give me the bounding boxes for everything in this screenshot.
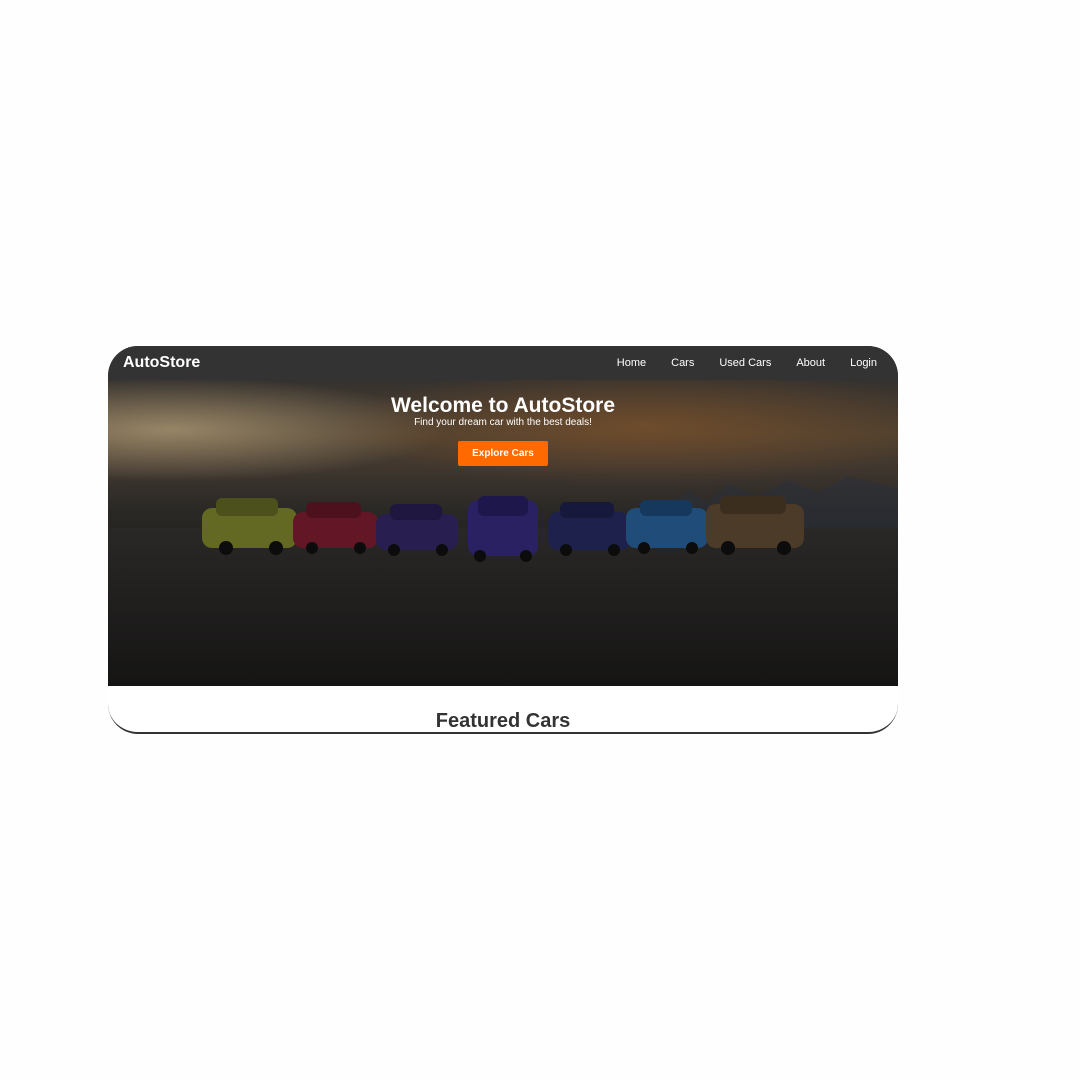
nav-link-home[interactable]: Home [617, 357, 646, 369]
nav-link-about[interactable]: About [796, 357, 825, 369]
nav-link-cars[interactable]: Cars [671, 357, 694, 369]
featured-cars-heading: Featured Cars [435, 710, 571, 732]
nav-links: Home Cars Used Cars About Login [592, 357, 877, 369]
nav-link-used-cars[interactable]: Used Cars [719, 357, 771, 369]
brand-logo[interactable]: AutoStore [123, 354, 200, 372]
browser-viewport: AutoStore Home Cars Used Cars About Logi… [108, 346, 898, 734]
hero-subtitle: Find your dream car with the best deals! [414, 417, 592, 428]
hero-title: Welcome to AutoStore [390, 394, 616, 417]
nav-link-login[interactable]: Login [850, 357, 877, 369]
navbar: AutoStore Home Cars Used Cars About Logi… [108, 346, 898, 380]
featured-section: Featured Cars [108, 686, 898, 732]
explore-cars-button[interactable]: Explore Cars [458, 441, 548, 466]
hero-section: Welcome to AutoStore Find your dream car… [108, 380, 898, 686]
